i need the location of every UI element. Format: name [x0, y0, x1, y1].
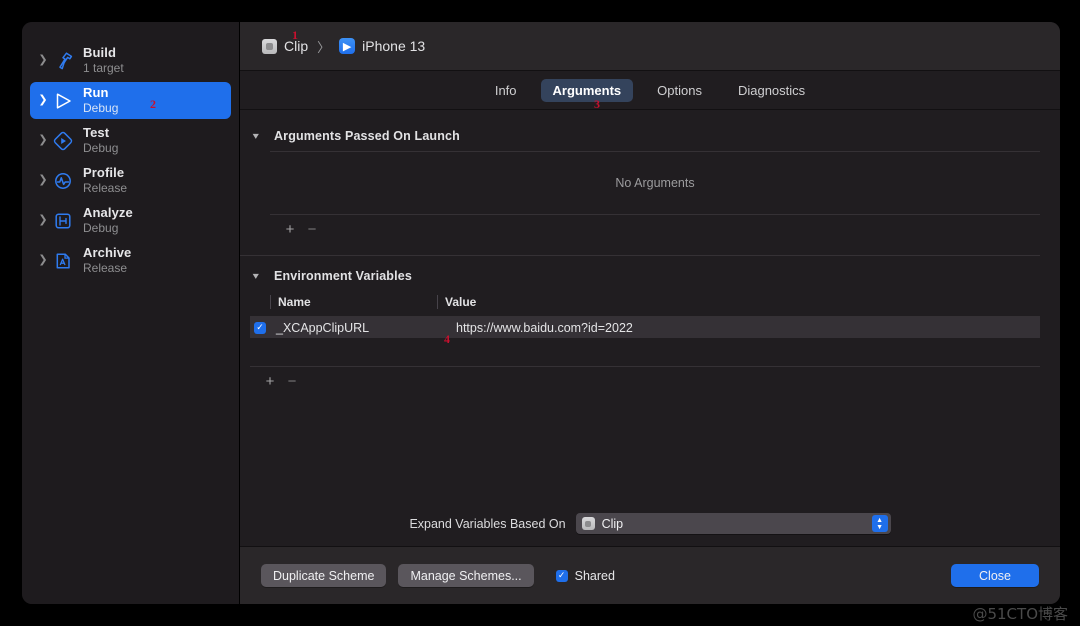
- watermark: @51CTO博客: [972, 605, 1068, 623]
- sidebar-item-title: Test: [83, 125, 110, 140]
- simulator-icon: ▶: [339, 38, 356, 54]
- chevron-down-icon[interactable]: ▾: [253, 271, 267, 282]
- breadcrumb-scheme-label: Clip: [284, 38, 309, 54]
- breadcrumb-destination[interactable]: ▶ iPhone 13: [339, 38, 425, 54]
- arguments-empty-label: No Arguments: [615, 176, 695, 190]
- sidebar-item-subtitle: Debug: [83, 140, 119, 155]
- checkmark-icon: ✓: [254, 321, 266, 334]
- expand-variables-label: Expand Variables Based On: [409, 516, 566, 531]
- shared-label: Shared: [574, 568, 615, 583]
- sidebar-item-title: Analyze: [83, 205, 133, 220]
- tab-bar: Info Arguments Options Diagnostics: [240, 71, 1060, 110]
- chevron-up-icon: ▲: [876, 516, 884, 524]
- arguments-section-title: Arguments Passed On Launch: [274, 129, 460, 143]
- tab-info[interactable]: Info: [483, 79, 529, 102]
- sidebar-item-build[interactable]: ❯ Build 1 target: [30, 42, 231, 79]
- sidebar-item-subtitle: 1 target: [83, 60, 124, 75]
- environment-section-title: Environment Variables: [274, 269, 412, 283]
- environment-add-remove-controls: + −: [250, 367, 1040, 395]
- waveform-icon: [50, 169, 76, 193]
- arguments-pane: ▾ Arguments Passed On Launch No Argument…: [240, 110, 1060, 546]
- arguments-empty-state: No Arguments: [270, 152, 1040, 214]
- chevron-right-icon[interactable]: ❯: [36, 135, 50, 146]
- scheme-editor-window: ❯ Build 1 target ❯ Run Debug ❯ Test Debu…: [22, 22, 1060, 604]
- archive-icon: [50, 249, 76, 273]
- expand-variables-row: Expand Variables Based On Clip ▲ ▼: [240, 513, 1060, 534]
- sidebar-item-title: Build: [83, 45, 116, 60]
- breadcrumb: Clip 〉 ▶ iPhone 13: [240, 22, 1060, 71]
- close-button[interactable]: Close: [951, 564, 1039, 587]
- sidebar-item-archive[interactable]: ❯ Archive Release: [30, 242, 231, 279]
- chevron-right-icon[interactable]: ❯: [36, 255, 50, 266]
- environment-list-footer: + −: [250, 338, 1040, 395]
- app-clip-icon: [262, 38, 277, 54]
- app-clip-icon: [581, 517, 595, 530]
- tab-diagnostics[interactable]: Diagnostics: [726, 79, 817, 102]
- arguments-section-header[interactable]: ▾ Arguments Passed On Launch: [240, 125, 1060, 147]
- expand-variables-popup-button[interactable]: Clip ▲ ▼: [575, 513, 891, 534]
- remove-environment-variable-button[interactable]: −: [281, 373, 303, 390]
- manage-schemes-button[interactable]: Manage Schemes...: [398, 564, 534, 587]
- play-triangle-icon: [50, 89, 76, 113]
- arguments-list: No Arguments + −: [270, 151, 1040, 243]
- hammer-icon: [50, 49, 76, 73]
- checkmark-icon[interactable]: ✓: [555, 569, 568, 582]
- chevron-down-icon[interactable]: ▾: [253, 131, 267, 142]
- chevron-down-icon: ▼: [876, 523, 884, 531]
- add-environment-variable-button[interactable]: +: [259, 373, 281, 390]
- column-header-value: Value: [437, 295, 1040, 309]
- environment-table-header: Name Value: [240, 291, 1060, 313]
- tab-arguments[interactable]: Arguments: [540, 78, 634, 102]
- sidebar-item-run[interactable]: ❯ Run Debug: [30, 82, 231, 119]
- chevron-right-icon[interactable]: ❯: [36, 175, 50, 186]
- scheme-actions-sidebar: ❯ Build 1 target ❯ Run Debug ❯ Test Debu…: [22, 22, 240, 604]
- test-diamond-icon: [50, 129, 76, 153]
- chevron-right-icon[interactable]: ❯: [36, 55, 50, 66]
- shared-checkbox-group[interactable]: ✓ Shared: [555, 568, 615, 583]
- sidebar-item-subtitle: Debug: [83, 220, 119, 235]
- scheme-editor-main: Clip 〉 ▶ iPhone 13 Info Arguments Option…: [240, 22, 1060, 604]
- sidebar-item-profile[interactable]: ❯ Profile Release: [30, 162, 231, 199]
- breadcrumb-scheme[interactable]: Clip: [262, 38, 308, 54]
- sidebar-item-subtitle: Release: [83, 180, 128, 195]
- environment-row-checkbox[interactable]: ✓: [250, 321, 270, 334]
- sidebar-item-test[interactable]: ❯ Test Debug: [30, 122, 231, 159]
- sidebar-item-subtitle: Release: [83, 260, 128, 275]
- environment-section-header[interactable]: ▾ Environment Variables: [240, 265, 1060, 287]
- tab-options[interactable]: Options: [645, 79, 714, 102]
- duplicate-scheme-button[interactable]: Duplicate Scheme: [261, 564, 387, 587]
- window-footer: Duplicate Scheme Manage Schemes... ✓ Sha…: [240, 546, 1060, 604]
- column-header-name: Name: [270, 295, 437, 309]
- sidebar-item-analyze[interactable]: ❯ Analyze Debug: [30, 202, 231, 239]
- arguments-add-remove-controls: + −: [270, 215, 1040, 243]
- remove-argument-button[interactable]: −: [301, 221, 323, 238]
- breadcrumb-separator-icon: 〉: [317, 39, 331, 55]
- chevron-up-down-icon[interactable]: ▲ ▼: [871, 515, 888, 532]
- chevron-right-icon[interactable]: ❯: [36, 95, 50, 106]
- expand-variables-selected: Clip: [601, 516, 624, 531]
- sidebar-item-title: Archive: [83, 245, 132, 260]
- section-divider: [240, 255, 1040, 256]
- breadcrumb-destination-label: iPhone 13: [362, 38, 426, 54]
- environment-row-value[interactable]: https://www.baidu.com?id=2022: [435, 321, 1040, 335]
- analyze-icon: [50, 209, 76, 233]
- chevron-right-icon[interactable]: ❯: [36, 215, 50, 226]
- environment-row-name[interactable]: _XCAppClipURL: [270, 321, 435, 335]
- table-row[interactable]: ✓ _XCAppClipURL https://www.baidu.com?id…: [250, 317, 1040, 338]
- sidebar-item-subtitle: Debug: [83, 100, 119, 115]
- sidebar-item-title: Profile: [83, 165, 125, 180]
- sidebar-item-title: Run: [83, 85, 109, 100]
- add-argument-button[interactable]: +: [279, 221, 301, 238]
